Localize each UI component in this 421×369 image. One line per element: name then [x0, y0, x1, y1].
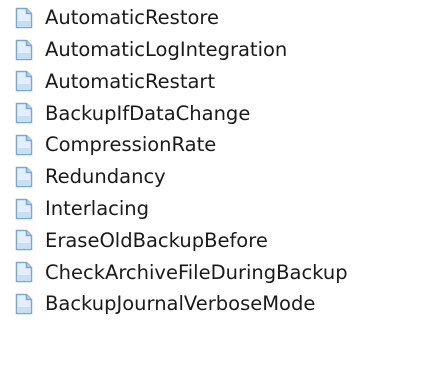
- list-item-compressionrate[interactable]: CompressionRate: [0, 129, 421, 161]
- document-icon: [13, 133, 35, 157]
- file-name: BackupJournalVerboseMode: [45, 292, 316, 316]
- file-name: Redundancy: [45, 165, 166, 189]
- list-item-automaticlogintegration[interactable]: AutomaticLogIntegration: [0, 34, 421, 66]
- file-name: BackupIfDataChange: [45, 101, 251, 125]
- list-item-automaticrestart[interactable]: AutomaticRestart: [0, 66, 421, 98]
- document-icon: [13, 69, 35, 93]
- list-item-eraseoldbackupbefore[interactable]: EraseOldBackupBefore: [0, 225, 421, 257]
- file-name: CheckArchiveFileDuringBackup: [45, 260, 348, 284]
- file-name: AutomaticLogIntegration: [45, 37, 288, 61]
- file-name: EraseOldBackupBefore: [45, 228, 268, 252]
- document-icon: [13, 260, 35, 284]
- document-icon: [13, 101, 35, 125]
- file-name: Interlacing: [45, 196, 150, 220]
- file-name: CompressionRate: [45, 133, 217, 157]
- document-icon: [13, 38, 35, 62]
- list-item-backupifdatachange[interactable]: BackupIfDataChange: [0, 97, 421, 129]
- list-item-interlacing[interactable]: Interlacing: [0, 193, 421, 225]
- list-item-backupjournalverbosemode[interactable]: BackupJournalVerboseMode: [0, 288, 421, 320]
- file-name: AutomaticRestart: [45, 69, 216, 93]
- list-item-checkarchivefileduringbackup[interactable]: CheckArchiveFileDuringBackup: [0, 256, 421, 288]
- document-icon: [13, 6, 35, 30]
- document-icon: [13, 165, 35, 189]
- file-list: AutomaticRestore AutomaticLogIntegration…: [0, 2, 421, 320]
- document-icon: [13, 228, 35, 252]
- list-item-redundancy[interactable]: Redundancy: [0, 161, 421, 193]
- document-icon: [13, 292, 35, 316]
- document-icon: [13, 197, 35, 221]
- file-name: AutomaticRestore: [45, 6, 219, 30]
- list-item-automaticrestore[interactable]: AutomaticRestore: [0, 2, 421, 34]
